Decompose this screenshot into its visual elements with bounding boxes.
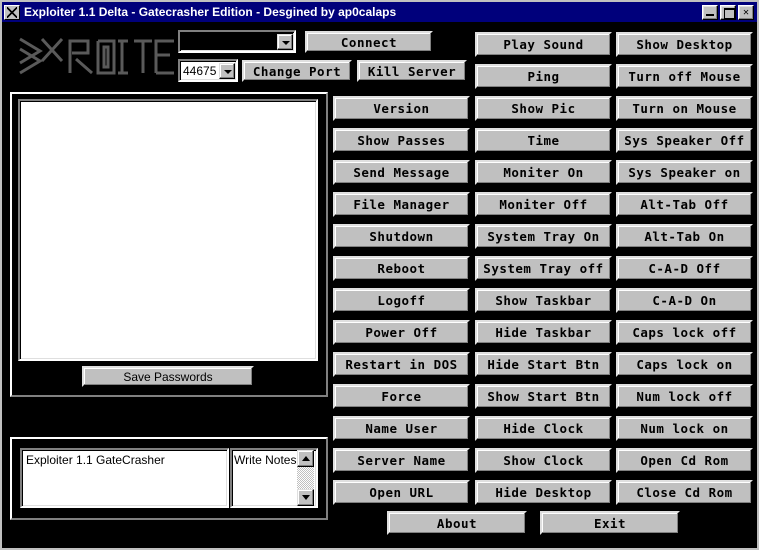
command-button-time[interactable]: Time bbox=[475, 128, 612, 153]
port-combo[interactable]: 44675 bbox=[178, 59, 238, 82]
host-combo[interactable] bbox=[178, 30, 296, 53]
command-button-file-manager[interactable]: File Manager bbox=[333, 192, 470, 217]
port-combo-value: 44675 bbox=[183, 64, 219, 78]
command-button-play-sound[interactable]: Play Sound bbox=[475, 32, 612, 57]
command-button-hide-desktop[interactable]: Hide Desktop bbox=[475, 480, 612, 505]
command-button-close-cd-rom[interactable]: Close Cd Rom bbox=[616, 480, 753, 505]
command-button-turn-on-mouse[interactable]: Turn on Mouse bbox=[616, 96, 753, 121]
command-button-system-tray-on[interactable]: System Tray On bbox=[475, 224, 612, 249]
command-button-c-a-d-off[interactable]: C-A-D Off bbox=[616, 256, 753, 281]
close-icon: ✕ bbox=[739, 6, 753, 19]
change-port-button[interactable]: Change Port bbox=[242, 60, 352, 82]
command-button-system-tray-off[interactable]: System Tray off bbox=[475, 256, 612, 281]
kill-server-button[interactable]: Kill Server bbox=[357, 60, 467, 82]
window-controls: ✕ bbox=[702, 5, 755, 20]
command-button-hide-taskbar[interactable]: Hide Taskbar bbox=[475, 320, 612, 345]
passwords-display[interactable] bbox=[18, 99, 318, 361]
command-button-show-taskbar[interactable]: Show Taskbar bbox=[475, 288, 612, 313]
command-button-hide-start-btn[interactable]: Hide Start Btn bbox=[475, 352, 612, 377]
command-button-caps-lock-on[interactable]: Caps lock on bbox=[616, 352, 753, 377]
command-button-alt-tab-off[interactable]: Alt-Tab Off bbox=[616, 192, 753, 217]
chevron-down-icon-port[interactable] bbox=[219, 63, 235, 79]
command-button-hide-clock[interactable]: Hide Clock bbox=[475, 416, 612, 441]
command-button-moniter-on[interactable]: Moniter On bbox=[475, 160, 612, 185]
window-title: Exploiter 1.1 Delta - Gatecrasher Editio… bbox=[24, 5, 396, 20]
title-bar: Exploiter 1.1 Delta - Gatecrasher Editio… bbox=[2, 2, 757, 22]
command-button-shutdown[interactable]: Shutdown bbox=[333, 224, 470, 249]
command-button-logoff[interactable]: Logoff bbox=[333, 288, 470, 313]
notes-panel: Exploiter 1.1 GateCrasher Write Notes: bbox=[10, 437, 328, 520]
minimize-button[interactable] bbox=[702, 5, 718, 20]
scroll-down-arrow-icon[interactable] bbox=[297, 489, 314, 506]
command-button-show-desktop[interactable]: Show Desktop bbox=[616, 32, 753, 57]
command-button-caps-lock-off[interactable]: Caps lock off bbox=[616, 320, 753, 345]
exit-button[interactable]: Exit bbox=[540, 511, 680, 535]
command-button-force[interactable]: Force bbox=[333, 384, 470, 409]
command-button-show-clock[interactable]: Show Clock bbox=[475, 448, 612, 473]
command-button-reboot[interactable]: Reboot bbox=[333, 256, 470, 281]
close-button[interactable]: ✕ bbox=[738, 5, 754, 20]
command-button-version[interactable]: Version bbox=[333, 96, 470, 121]
maximize-button[interactable] bbox=[720, 5, 736, 20]
connect-button[interactable]: Connect bbox=[305, 31, 433, 53]
system-menu-icon[interactable] bbox=[4, 5, 20, 20]
notes-scrollbar[interactable] bbox=[297, 450, 314, 506]
about-button[interactable]: About bbox=[387, 511, 527, 535]
command-button-open-url[interactable]: Open URL bbox=[333, 480, 470, 505]
command-button-send-message[interactable]: Send Message bbox=[333, 160, 470, 185]
command-button-ping[interactable]: Ping bbox=[475, 64, 612, 89]
chevron-down-icon[interactable] bbox=[277, 34, 293, 50]
command-button-server-name[interactable]: Server Name bbox=[333, 448, 470, 473]
command-button-power-off[interactable]: Power Off bbox=[333, 320, 470, 345]
passwords-panel: Save Passwords bbox=[10, 92, 328, 397]
command-button-name-user[interactable]: Name User bbox=[333, 416, 470, 441]
app-logo bbox=[14, 32, 182, 78]
command-button-sys-speaker-off[interactable]: Sys Speaker Off bbox=[616, 128, 753, 153]
command-button-show-passes[interactable]: Show Passes bbox=[333, 128, 470, 153]
info-text: Exploiter 1.1 GateCrasher bbox=[22, 450, 227, 470]
command-button-moniter-off[interactable]: Moniter Off bbox=[475, 192, 612, 217]
command-button-num-lock-on[interactable]: Num lock on bbox=[616, 416, 753, 441]
command-button-num-lock-off[interactable]: Num lock off bbox=[616, 384, 753, 409]
save-passwords-button[interactable]: Save Passwords bbox=[82, 366, 254, 387]
command-button-show-pic[interactable]: Show Pic bbox=[475, 96, 612, 121]
command-button-show-start-btn[interactable]: Show Start Btn bbox=[475, 384, 612, 409]
command-button-sys-speaker-on[interactable]: Sys Speaker on bbox=[616, 160, 753, 185]
command-button-restart-in-dos[interactable]: Restart in DOS bbox=[333, 352, 470, 377]
command-button-open-cd-rom[interactable]: Open Cd Rom bbox=[616, 448, 753, 473]
scroll-up-arrow-icon[interactable] bbox=[297, 450, 314, 467]
command-button-turn-off-mouse[interactable]: Turn off Mouse bbox=[616, 64, 753, 89]
command-button-alt-tab-on[interactable]: Alt-Tab On bbox=[616, 224, 753, 249]
application-window: Exploiter 1.1 Delta - Gatecrasher Editio… bbox=[0, 0, 759, 550]
info-textbox[interactable]: Exploiter 1.1 GateCrasher bbox=[20, 448, 229, 508]
command-button-c-a-d-on[interactable]: C-A-D On bbox=[616, 288, 753, 313]
